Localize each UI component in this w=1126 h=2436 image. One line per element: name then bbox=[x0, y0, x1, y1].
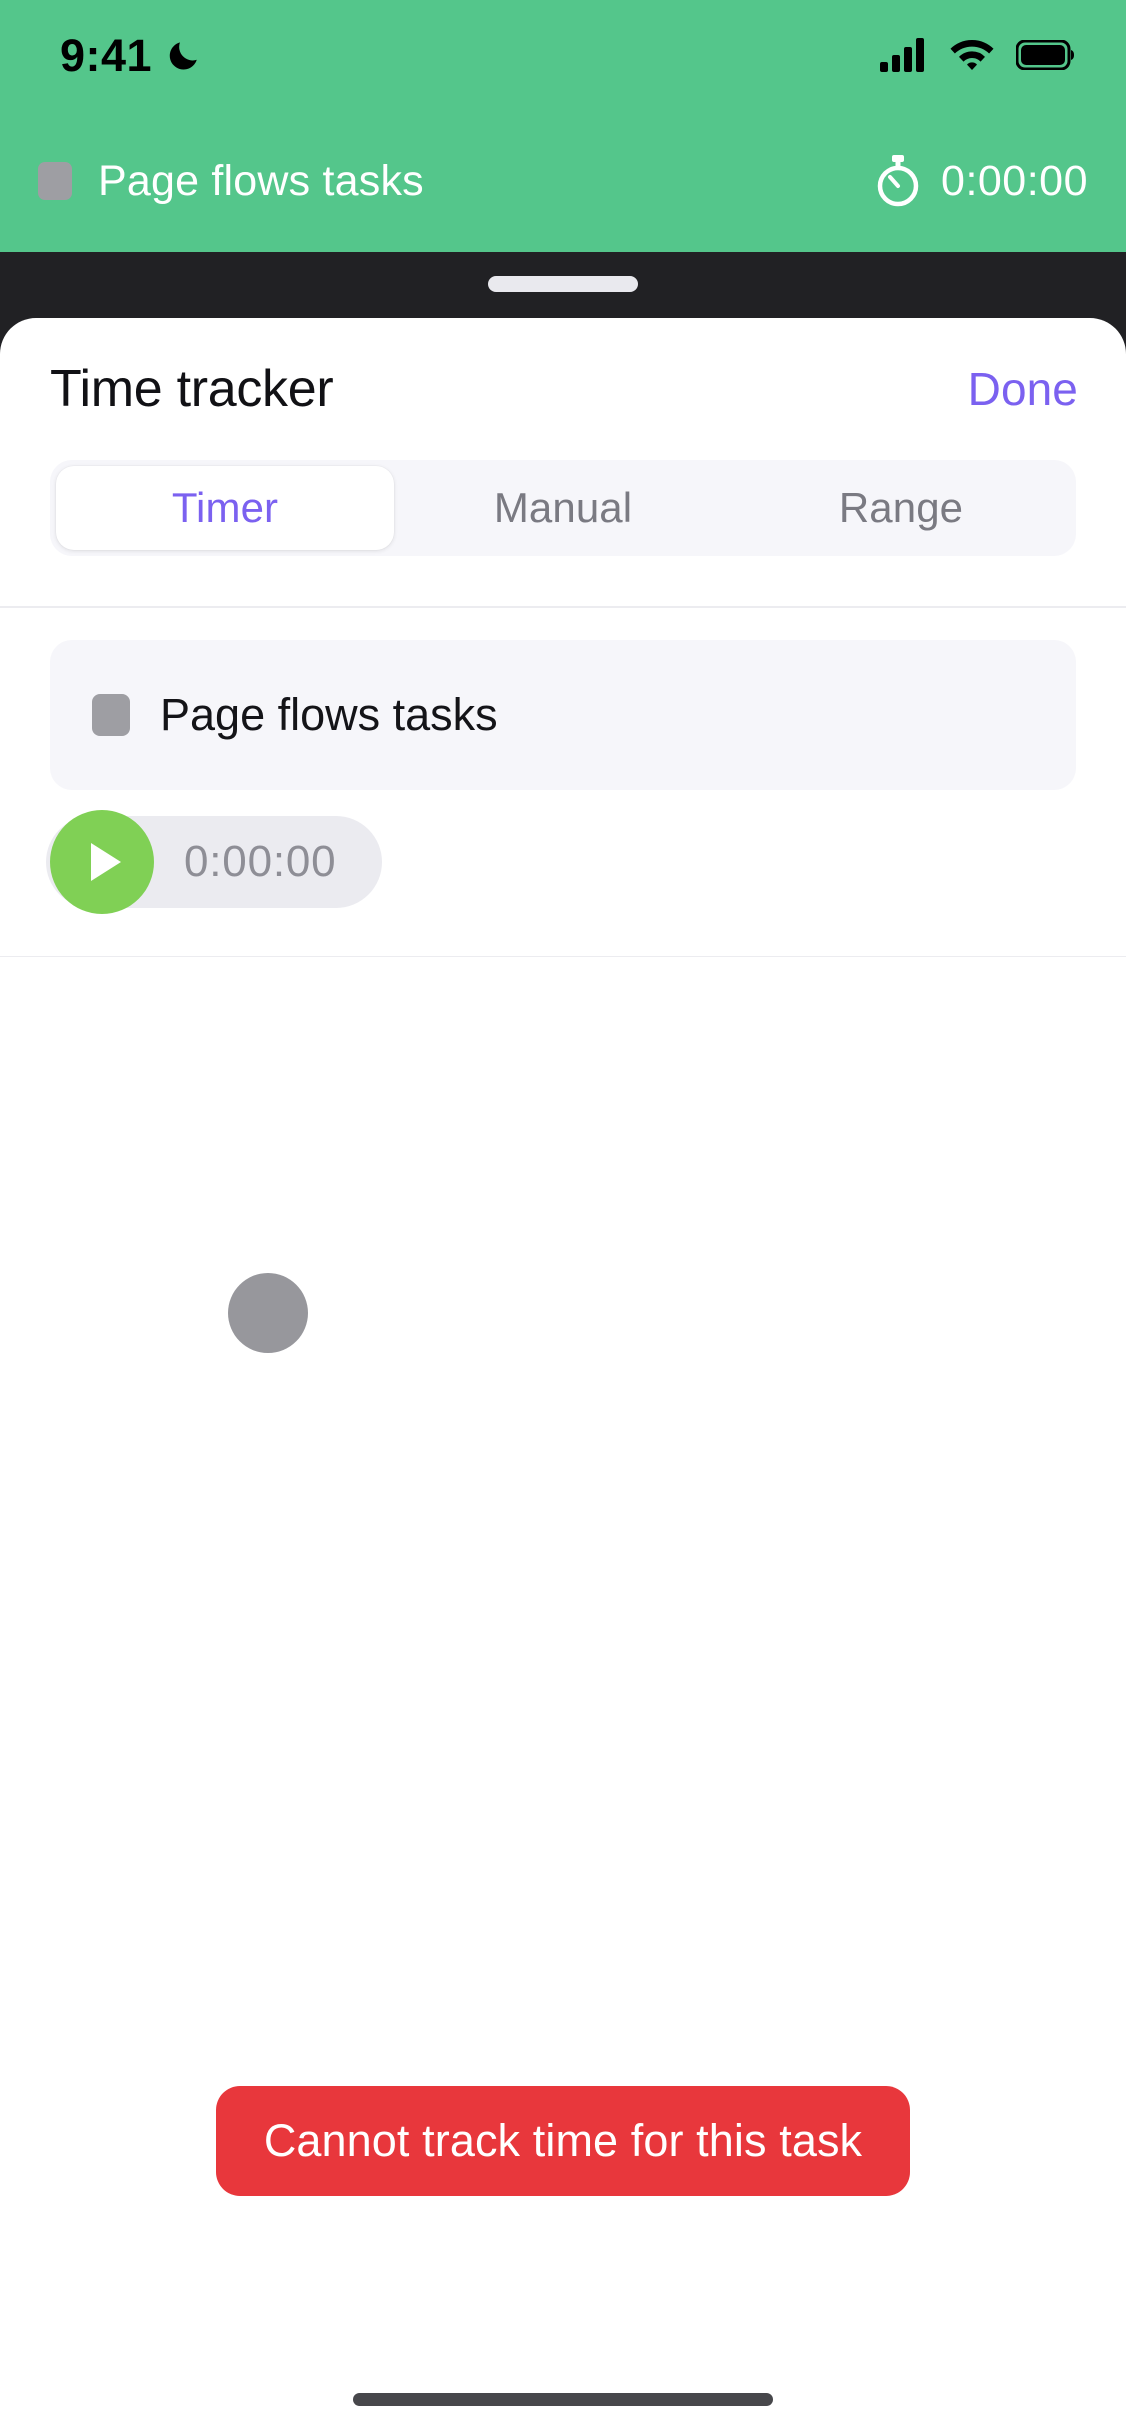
play-icon[interactable] bbox=[50, 809, 154, 914]
home-indicator-icon[interactable] bbox=[353, 2393, 773, 2406]
battery-full-icon bbox=[1016, 40, 1074, 70]
phone-screen: 9:41 Page flows tasks 0:00:00 Time track… bbox=[0, 0, 1126, 2436]
moon-icon bbox=[169, 42, 197, 70]
timer-row: 0:00:00 bbox=[0, 790, 1126, 914]
task-color-chip-icon bbox=[38, 162, 72, 200]
gray-circle-placeholder-icon bbox=[228, 1273, 308, 1353]
status-bar-left: 9:41 bbox=[60, 33, 202, 78]
status-bar-time: 9:41 bbox=[60, 29, 153, 81]
app-toolbar-left[interactable]: Page flows tasks bbox=[38, 157, 424, 206]
task-card[interactable]: Page flows tasks bbox=[50, 639, 1076, 790]
toast-wrap: Cannot track time for this task bbox=[0, 2086, 1126, 2196]
tab-manual[interactable]: Manual bbox=[394, 466, 732, 550]
tab-timer[interactable]: Timer bbox=[56, 466, 394, 550]
timer-value: 0:00:00 bbox=[184, 836, 337, 886]
task-card-wrap: Page flows tasks bbox=[0, 608, 1126, 790]
app-toolbar-title: Page flows tasks bbox=[98, 156, 424, 205]
segmented-control: Timer Manual Range bbox=[50, 460, 1076, 556]
stopwatch-icon bbox=[877, 155, 919, 207]
page-title: Time tracker bbox=[50, 360, 334, 418]
task-color-chip-icon bbox=[92, 693, 130, 736]
app-header: 9:41 Page flows tasks 0:00:00 bbox=[0, 0, 1126, 252]
play-triangle-icon bbox=[91, 842, 121, 881]
tab-range[interactable]: Range bbox=[732, 466, 1070, 550]
task-card-title: Page flows tasks bbox=[160, 688, 498, 740]
status-bar: 9:41 bbox=[0, 0, 1126, 110]
wifi-icon bbox=[950, 40, 994, 70]
sheet-body bbox=[0, 957, 1126, 2117]
error-toast[interactable]: Cannot track time for this task bbox=[215, 2086, 911, 2196]
done-button[interactable]: Done bbox=[968, 362, 1078, 416]
timer-pill: 0:00:00 bbox=[46, 809, 383, 914]
app-toolbar: Page flows tasks 0:00:00 bbox=[0, 110, 1126, 252]
segmented-control-wrap: Timer Manual Range bbox=[0, 460, 1126, 556]
status-bar-right bbox=[880, 38, 1074, 72]
cellular-signal-icon bbox=[880, 38, 924, 72]
app-toolbar-elapsed: 0:00:00 bbox=[941, 156, 1088, 205]
sheet-header: Time tracker Done bbox=[0, 318, 1126, 460]
sheet-grabber-icon[interactable] bbox=[488, 276, 638, 292]
toast-message: Cannot track time for this task bbox=[263, 2115, 863, 2166]
app-toolbar-timer[interactable]: 0:00:00 bbox=[875, 155, 1088, 207]
